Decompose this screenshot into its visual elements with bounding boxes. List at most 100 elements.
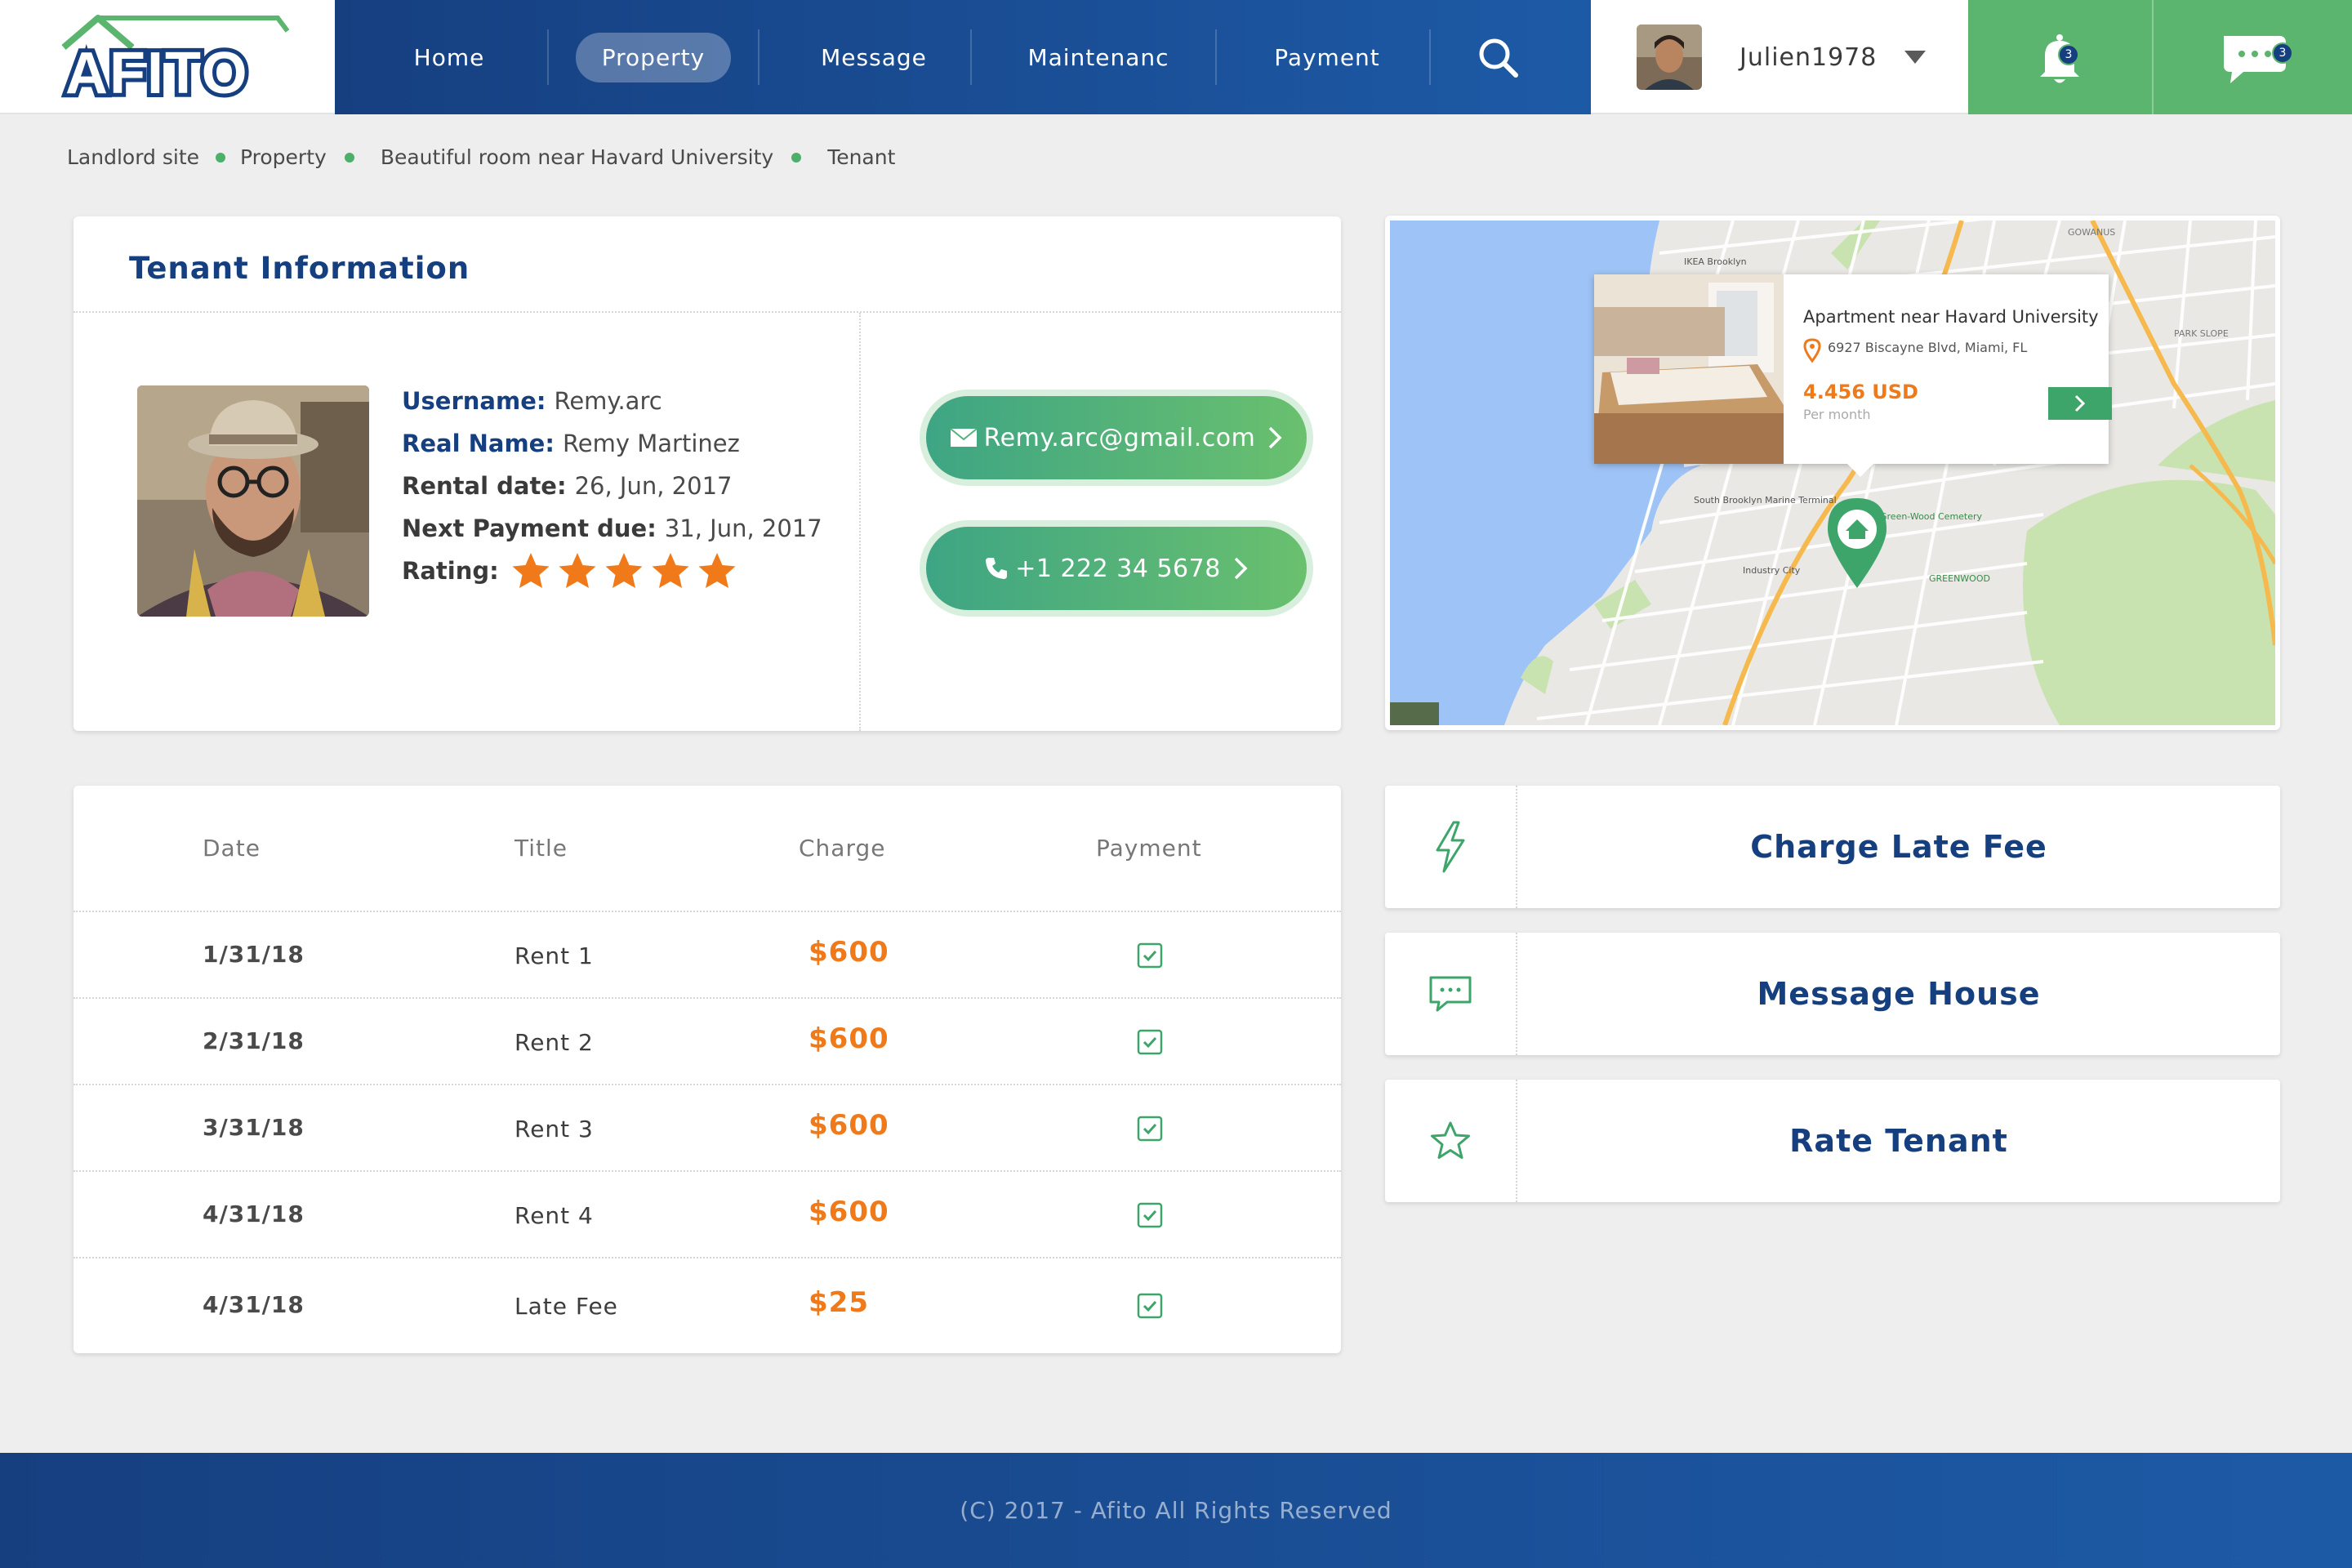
listing-price-period: Per month xyxy=(1803,407,1871,422)
rating-row: Rating: xyxy=(402,550,822,592)
next-payment-value: 31, Jun, 2017 xyxy=(664,514,822,542)
table-row: 4/31/18 Rent 4 $600 xyxy=(74,1172,1341,1258)
svg-text:AFITO: AFITO xyxy=(65,41,249,100)
message-house-button[interactable]: Message House xyxy=(1385,933,2280,1055)
column-header-title: Title xyxy=(514,835,568,862)
email-button[interactable]: Remy.arc@gmail.com xyxy=(920,390,1313,486)
user-menu[interactable]: Julien1978 xyxy=(1637,23,1927,91)
column-header-payment: Payment xyxy=(1096,835,1202,862)
message-icon xyxy=(1429,976,1472,1012)
chevron-right-icon xyxy=(2074,394,2086,412)
main-nav: Home Property Message Maintenanc Payment xyxy=(335,0,1591,114)
paid-checkbox-icon[interactable] xyxy=(1137,942,1163,969)
nav-divider xyxy=(970,29,972,85)
payment-charge: $600 xyxy=(808,1022,889,1055)
breadcrumb-property[interactable]: Property xyxy=(240,145,327,169)
nav-maintenance[interactable]: Maintenanc xyxy=(988,0,1209,114)
breadcrumb-landlord-site[interactable]: Landlord site xyxy=(67,145,199,169)
nav-payment[interactable]: Payment xyxy=(1233,0,1421,114)
breadcrumb-separator xyxy=(344,152,354,163)
top-header: AFITO AFITO Home Property Message Mainte… xyxy=(0,0,2352,114)
property-map[interactable]: GOWANUS IKEA Brooklyn PARK SLOPE South B… xyxy=(1385,216,2280,730)
search-icon[interactable] xyxy=(1470,33,1527,82)
envelope-icon xyxy=(950,428,978,447)
star-icon xyxy=(1431,1121,1470,1159)
nav-property[interactable]: Property xyxy=(572,0,735,114)
rating-star-icon xyxy=(652,553,689,588)
paid-checkbox-icon[interactable] xyxy=(1137,1116,1163,1142)
listing-thumbnail xyxy=(1594,274,1784,464)
map-label: South Brooklyn Marine Terminal xyxy=(1694,495,1837,506)
payment-charge: $600 xyxy=(808,1196,889,1228)
map-label: PARK SLOPE xyxy=(2174,328,2229,339)
breadcrumb: Landlord site Property Beautiful room ne… xyxy=(67,145,895,169)
listing-popup: Apartment near Havard University 6927 Bi… xyxy=(1594,274,2112,477)
map-label: Green-Wood Cemetery xyxy=(1880,511,1983,522)
chat-count-badge: 3 xyxy=(2272,42,2293,64)
realname-value: Remy Martinez xyxy=(562,430,740,457)
caret-down-icon[interactable] xyxy=(1904,51,1927,64)
payment-title: Rent 1 xyxy=(514,942,594,969)
afito-logo[interactable]: AFITO AFITO xyxy=(57,15,294,100)
listing-open-button[interactable] xyxy=(2048,387,2112,420)
breadcrumb-separator xyxy=(216,152,226,163)
table-row: 3/31/18 Rent 3 $600 xyxy=(74,1085,1341,1172)
paid-checkbox-icon[interactable] xyxy=(1137,1293,1163,1319)
phone-icon xyxy=(986,558,1008,579)
payment-date: 1/31/18 xyxy=(203,941,305,968)
tenant-info-title: Tenant Information xyxy=(129,251,470,286)
username-value: Remy.arc xyxy=(554,387,662,415)
message-house-label: Message House xyxy=(1757,976,2041,1012)
phone-value: +1 222 34 5678 xyxy=(1015,554,1221,583)
phone-button[interactable]: +1 222 34 5678 xyxy=(920,520,1313,617)
username-label: Username: xyxy=(402,387,546,415)
nav-divider xyxy=(758,29,760,85)
listing-price: 4.456 USD xyxy=(1803,381,1918,403)
breadcrumb-tenant: Tenant xyxy=(827,145,896,169)
nav-divider xyxy=(1215,29,1217,85)
payment-charge: $600 xyxy=(808,1109,889,1142)
table-row: 2/31/18 Rent 2 $600 xyxy=(74,999,1341,1085)
next-payment-row: Next Payment due: 31, Jun, 2017 xyxy=(402,507,822,550)
map-label: GOWANUS xyxy=(2068,227,2115,238)
notification-area: 3 3 xyxy=(1968,0,2352,114)
breadcrumb-listing[interactable]: Beautiful room near Havard University xyxy=(381,145,773,169)
popup-pointer xyxy=(1847,464,1873,477)
payment-title: Rent 2 xyxy=(514,1029,594,1056)
footer: (C) 2017 - Afito All Rights Reserved xyxy=(0,1453,2352,1568)
realname-label: Real Name: xyxy=(402,430,555,457)
rating-label: Rating: xyxy=(402,557,499,585)
copyright-text: (C) 2017 - Afito All Rights Reserved xyxy=(960,1497,1392,1524)
rating-star-icon xyxy=(559,553,596,588)
divider xyxy=(859,313,861,731)
nav-message[interactable]: Message xyxy=(776,0,972,114)
nav-divider xyxy=(547,29,549,85)
listing-title: Apartment near Havard University xyxy=(1803,307,2099,327)
rental-date-row: Rental date: 26, Jun, 2017 xyxy=(402,465,822,507)
charge-late-fee-label: Charge Late Fee xyxy=(1750,829,2047,865)
nav-home[interactable]: Home xyxy=(368,0,531,114)
table-header: Date Title Charge Payment xyxy=(74,786,1341,912)
charge-late-fee-button[interactable]: Charge Late Fee xyxy=(1385,786,2280,908)
column-header-date: Date xyxy=(203,835,261,862)
rate-tenant-label: Rate Tenant xyxy=(1789,1123,2008,1159)
chevron-right-icon xyxy=(1234,557,1248,580)
tenant-info-card: Tenant Information Username: Remy.arc Re… xyxy=(74,216,1341,731)
email-value: Remy.arc@gmail.com xyxy=(983,423,1256,452)
rate-tenant-button[interactable]: Rate Tenant xyxy=(1385,1080,2280,1202)
chevron-right-icon xyxy=(1269,426,1282,449)
next-payment-label: Next Payment due: xyxy=(402,514,657,542)
paid-checkbox-icon[interactable] xyxy=(1137,1029,1163,1055)
bell-count-badge: 3 xyxy=(2058,44,2079,65)
table-row: 4/31/18 Late Fee $25 xyxy=(74,1258,1341,1353)
rating-star-icon xyxy=(698,553,736,588)
paid-checkbox-icon[interactable] xyxy=(1137,1202,1163,1228)
breadcrumb-separator xyxy=(791,152,802,163)
rating-star-icon xyxy=(605,553,643,588)
listing-address: 6927 Biscayne Blvd, Miami, FL xyxy=(1828,340,2028,355)
payment-charge: $25 xyxy=(808,1286,869,1319)
tenant-photo xyxy=(137,385,369,617)
map-label: Industry City xyxy=(1743,565,1801,576)
divider xyxy=(74,311,1341,313)
username-row: Username: Remy.arc xyxy=(402,380,822,422)
